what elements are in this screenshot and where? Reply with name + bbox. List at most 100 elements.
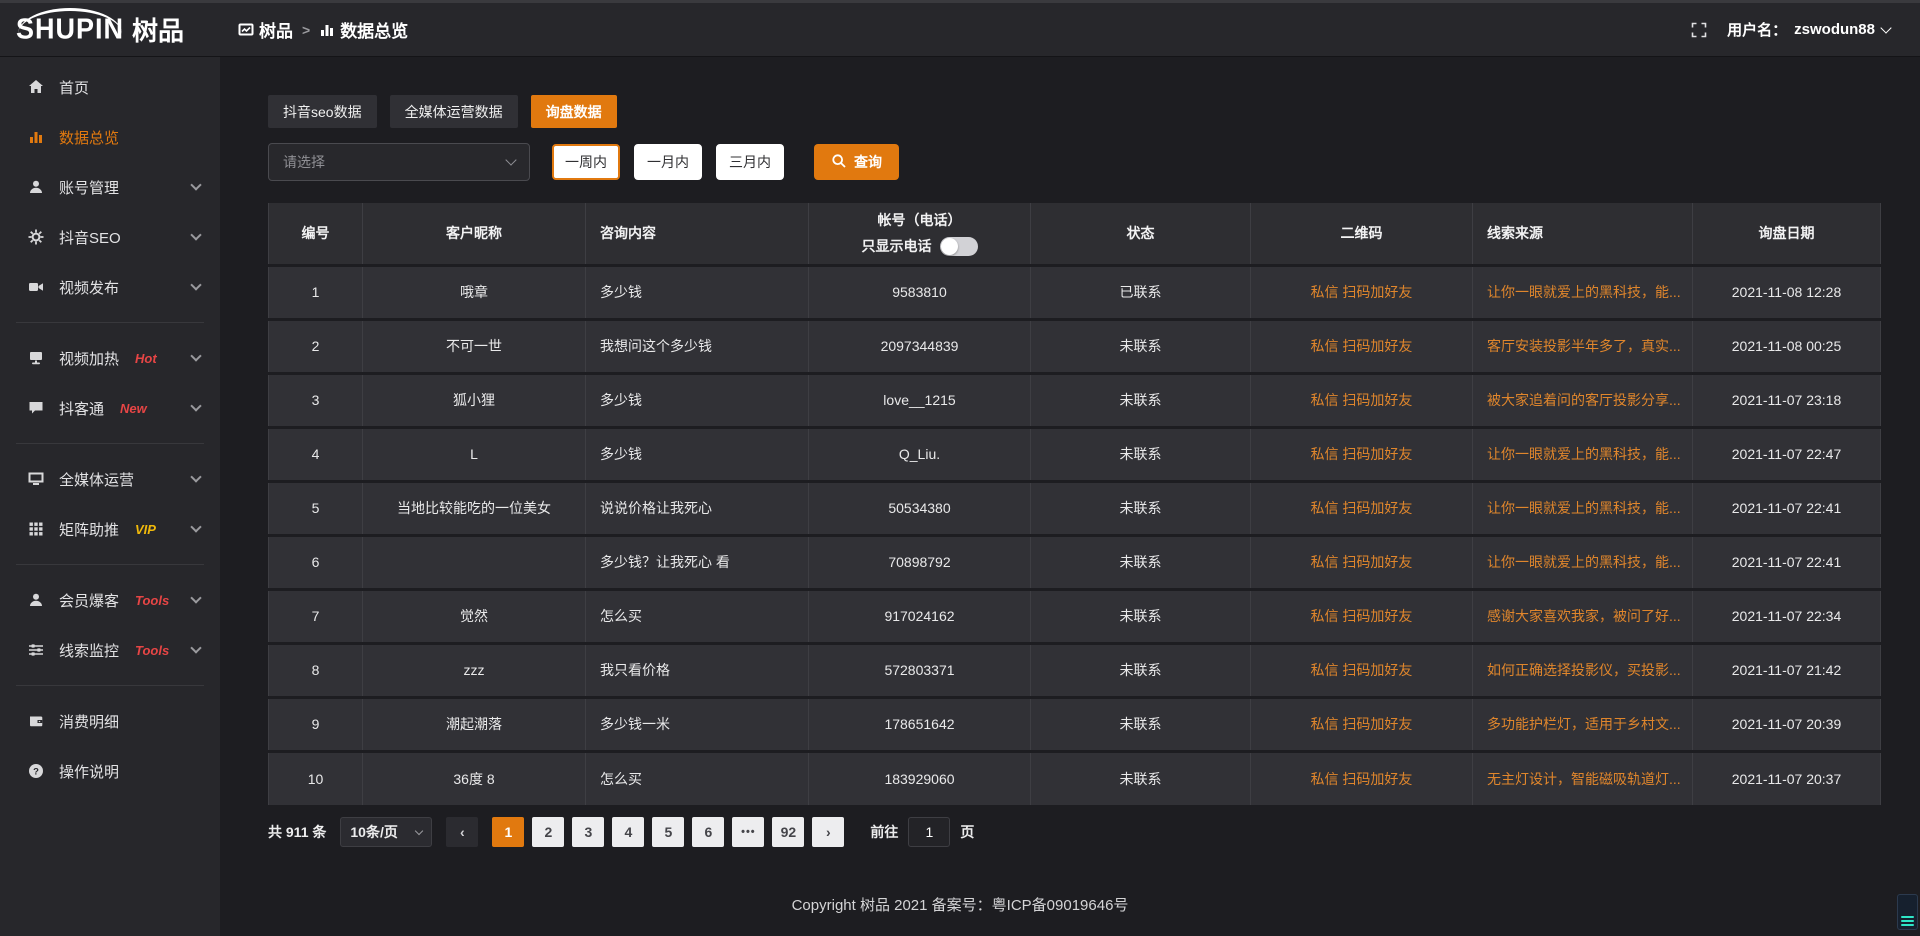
- table-row: 3狐小狸多少钱love__1215未联系私信 扫码加好友被大家追着问的客厅投影分…: [269, 373, 1881, 427]
- qr-link[interactable]: 私信 扫码加好友: [1311, 716, 1413, 732]
- cell-source: 被大家追着问的客厅投影分享...: [1473, 373, 1693, 427]
- source-link[interactable]: 被大家追着问的客厅投影分享...: [1487, 392, 1681, 408]
- fullscreen-icon[interactable]: [1691, 22, 1707, 38]
- tab-抖音seo数据[interactable]: 抖音seo数据: [268, 95, 377, 128]
- sidebar-item-label: 抖客通: [59, 398, 104, 419]
- filter-select[interactable]: 请选择: [268, 143, 530, 181]
- page-ellipsis[interactable]: •••: [732, 817, 764, 847]
- sidebar-item[interactable]: 账号管理: [0, 162, 220, 212]
- sidebar-item[interactable]: 会员爆客Tools: [0, 575, 220, 625]
- qr-link[interactable]: 私信 扫码加好友: [1311, 771, 1413, 787]
- tab-全媒体运营数据[interactable]: 全媒体运营数据: [390, 95, 518, 128]
- page-button-2[interactable]: 2: [532, 817, 564, 847]
- tab-询盘数据[interactable]: 询盘数据: [531, 95, 617, 128]
- source-link[interactable]: 无主灯设计，智能磁吸轨道灯...: [1487, 771, 1681, 787]
- cell-content: 怎么买: [586, 751, 809, 805]
- qr-link[interactable]: 私信 扫码加好友: [1311, 500, 1413, 516]
- source-link[interactable]: 多功能护栏灯，适用于乡村文...: [1487, 716, 1681, 732]
- goto-page-input[interactable]: [908, 817, 950, 847]
- qr-link[interactable]: 私信 扫码加好友: [1311, 392, 1413, 408]
- source-link[interactable]: 让你一眼就爱上的黑科技，能...: [1487, 500, 1681, 516]
- qr-link[interactable]: 私信 扫码加好友: [1311, 554, 1413, 570]
- cell-content: 我想问这个多少钱: [586, 319, 809, 373]
- breadcrumb-label: 树品: [259, 17, 293, 42]
- source-link[interactable]: 感谢大家喜欢我家，被问了好...: [1487, 608, 1681, 624]
- query-button[interactable]: 查询: [814, 144, 899, 180]
- qr-link[interactable]: 私信 扫码加好友: [1311, 662, 1413, 678]
- page-size-select[interactable]: 10条/页: [340, 817, 432, 847]
- cell-id: 8: [269, 643, 363, 697]
- breadcrumb-item-home[interactable]: 树品: [238, 17, 293, 42]
- username: zswodun88: [1794, 21, 1875, 38]
- page-button-6[interactable]: 6: [692, 817, 724, 847]
- cell-nickname: L: [363, 427, 586, 481]
- qr-link[interactable]: 私信 扫码加好友: [1311, 446, 1413, 462]
- cell-date: 2021-11-07 22:41: [1693, 481, 1881, 535]
- cell-nickname: 当地比较能吃的一位美女: [363, 481, 586, 535]
- board-icon: [238, 22, 254, 38]
- app-window: SHUPIN 树品 树品 > 数据总览 用户名：zswodun88 首页数据总览…: [0, 0, 1920, 936]
- sidebar-divider: [16, 685, 204, 686]
- sidebar-item[interactable]: 矩阵助推VIP: [0, 504, 220, 554]
- sidebar-item[interactable]: 抖音SEO: [0, 212, 220, 262]
- cell-account: 2097344839: [809, 319, 1031, 373]
- qr-link[interactable]: 私信 扫码加好友: [1311, 284, 1413, 300]
- page-button-92[interactable]: 92: [772, 817, 804, 847]
- column-header-account-title: 帐号（电话）: [823, 210, 1016, 230]
- qr-link[interactable]: 私信 扫码加好友: [1311, 608, 1413, 624]
- monitor-icon: [28, 471, 45, 488]
- breadcrumb-separator: >: [302, 22, 310, 38]
- page-button-5[interactable]: 5: [652, 817, 684, 847]
- user-menu[interactable]: 用户名： zswodun88: [1727, 19, 1890, 40]
- sidebar-item[interactable]: 视频加热Hot: [0, 333, 220, 383]
- page-button-3[interactable]: 3: [572, 817, 604, 847]
- sidebar-item[interactable]: 全媒体运营: [0, 454, 220, 504]
- chevron-down-icon: [415, 827, 423, 835]
- phone-toggle-label: 只显示电话: [862, 236, 932, 256]
- source-link[interactable]: 如何正确选择投影仪，买投影...: [1487, 662, 1681, 678]
- phone-only-toggle[interactable]: [940, 237, 978, 256]
- page-button-4[interactable]: 4: [612, 817, 644, 847]
- sidebar-item[interactable]: 视频发布: [0, 262, 220, 312]
- breadcrumb-item-current[interactable]: 数据总览: [319, 17, 408, 42]
- source-link[interactable]: 让你一眼就爱上的黑科技，能...: [1487, 446, 1681, 462]
- sidebar-item[interactable]: 首页: [0, 62, 220, 112]
- inquiry-table: 编号 客户昵称 咨询内容 帐号（电话） 只显示电话 状态 二维码 线索来源: [268, 203, 1881, 805]
- sidebar-item[interactable]: ?操作说明: [0, 746, 220, 796]
- sidebar-item[interactable]: 线索监控Tools: [0, 625, 220, 675]
- source-link[interactable]: 让你一眼就爱上的黑科技，能...: [1487, 554, 1681, 570]
- total-count-label: 共 911 条: [268, 822, 326, 842]
- chevron-down-icon: [190, 350, 201, 361]
- footer: Copyright 树品 2021 备案号：粤ICP备09019646号: [0, 878, 1920, 936]
- range-button[interactable]: 三月内: [716, 144, 784, 180]
- question-icon: ?: [28, 763, 45, 780]
- cell-date: 2021-11-08 12:28: [1693, 265, 1881, 319]
- table-row: 4L多少钱Q_Liu.未联系私信 扫码加好友让你一眼就爱上的黑科技，能...20…: [269, 427, 1881, 481]
- cell-account: 50534380: [809, 481, 1031, 535]
- sidebar-item-badge: New: [120, 401, 147, 416]
- sidebar-item[interactable]: 消费明细: [0, 696, 220, 746]
- floating-widget[interactable]: [1897, 894, 1918, 930]
- cell-content: 多少钱: [586, 265, 809, 319]
- source-link[interactable]: 让你一眼就爱上的黑科技，能...: [1487, 284, 1681, 300]
- qr-link[interactable]: 私信 扫码加好友: [1311, 338, 1413, 354]
- page-list: 123456 ••• 92: [492, 817, 804, 847]
- range-button[interactable]: 一周内: [552, 144, 620, 180]
- cell-account: 70898792: [809, 535, 1031, 589]
- column-header-content: 咨询内容: [586, 203, 809, 265]
- table-row: 8zzz我只看价格572803371未联系私信 扫码加好友如何正确选择投影仪，买…: [269, 643, 1881, 697]
- username-prefix: 用户名：: [1727, 19, 1787, 40]
- page-button-1[interactable]: 1: [492, 817, 524, 847]
- source-link[interactable]: 客厅安装投影半年多了，真实...: [1487, 338, 1681, 354]
- sidebar-item-label: 矩阵助推: [59, 519, 119, 540]
- next-page-button[interactable]: ›: [812, 817, 844, 847]
- cell-nickname: 36度 8: [363, 751, 586, 805]
- tv-icon: [28, 350, 45, 367]
- sidebar-item[interactable]: 抖客通 New: [0, 383, 220, 433]
- range-button[interactable]: 一月内: [634, 144, 702, 180]
- cell-nickname: [363, 535, 586, 589]
- prev-page-button[interactable]: ‹: [446, 817, 478, 847]
- sidebar-item[interactable]: 数据总览: [0, 112, 220, 162]
- bar-chart-icon: [319, 22, 335, 38]
- table-body: 1哦章多少钱9583810已联系私信 扫码加好友让你一眼就爱上的黑科技，能...…: [269, 265, 1881, 805]
